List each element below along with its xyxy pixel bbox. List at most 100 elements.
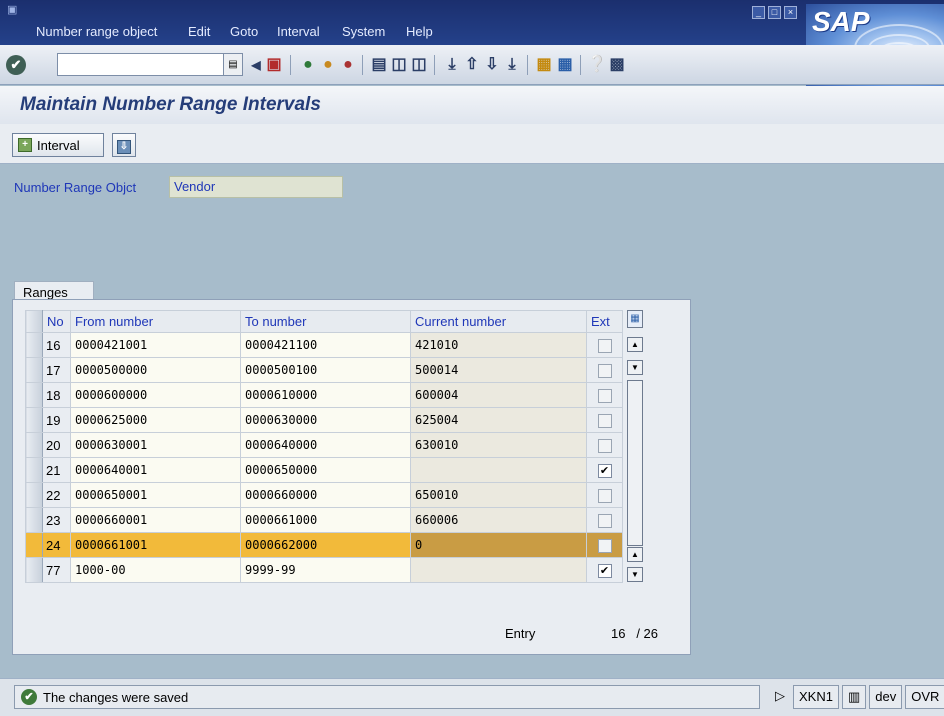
create-session-icon[interactable]: ▦: [534, 55, 554, 75]
cell-to-number[interactable]: 0000630000: [240, 407, 411, 433]
menu-edit[interactable]: Edit: [188, 24, 210, 39]
row-selector[interactable]: [25, 357, 43, 383]
ext-checkbox[interactable]: [597, 338, 612, 353]
cell-from-number[interactable]: 0000640001: [70, 457, 241, 483]
close-icon[interactable]: ×: [784, 6, 797, 19]
cell-from-number[interactable]: 0000630001: [70, 432, 241, 458]
scroll-thumb[interactable]: [627, 380, 643, 546]
column-header-ext[interactable]: Ext: [586, 310, 623, 333]
server-icon[interactable]: ▥: [841, 685, 867, 709]
ext-checkbox[interactable]: ✔: [597, 563, 612, 578]
ext-checkbox[interactable]: [597, 513, 612, 528]
first-page-icon[interactable]: ⤓: [442, 55, 462, 75]
previous-page-icon[interactable]: ⇧: [462, 55, 482, 75]
cell-to-number[interactable]: 0000650000: [240, 457, 411, 483]
ext-checkbox[interactable]: [597, 538, 612, 553]
table-row[interactable]: 77 1000-00 9999-99 ✔: [25, 557, 623, 583]
cell-from-number[interactable]: 0000650001: [70, 482, 241, 508]
cell-to-number[interactable]: 9999-99: [240, 557, 411, 583]
save-icon[interactable]: ▣: [264, 55, 284, 75]
scroll-down-icon[interactable]: ▼: [627, 360, 643, 375]
column-settings-icon[interactable]: ▦: [627, 310, 643, 328]
cell-from-number[interactable]: 0000660001: [70, 507, 241, 533]
ext-checkbox[interactable]: [597, 363, 612, 378]
cell-current-number[interactable]: 0: [410, 532, 587, 558]
nav-back-icon[interactable]: ●: [298, 55, 318, 75]
column-header-from[interactable]: From number: [70, 310, 241, 333]
cell-from-number[interactable]: 1000-00: [70, 557, 241, 583]
ext-checkbox[interactable]: [597, 413, 612, 428]
cell-to-number[interactable]: 0000421100: [240, 332, 411, 358]
layout-icon[interactable]: ▩: [607, 55, 627, 75]
cell-to-number[interactable]: 0000610000: [240, 382, 411, 408]
table-row[interactable]: 19 0000625000 0000630000 625004: [25, 407, 623, 433]
interval-button[interactable]: + Interval: [12, 133, 104, 157]
ext-checkbox[interactable]: [597, 388, 612, 403]
cancel-icon[interactable]: ●: [338, 55, 358, 75]
table-row[interactable]: 16 0000421001 0000421100 421010: [25, 332, 623, 358]
menu-help[interactable]: Help: [406, 24, 433, 39]
cell-from-number[interactable]: 0000500000: [70, 357, 241, 383]
ext-checkbox[interactable]: ✔: [597, 463, 612, 478]
menu-goto[interactable]: Goto: [230, 24, 258, 39]
scroll-page-up-icon[interactable]: ▲: [627, 547, 643, 562]
select-all-column[interactable]: [25, 310, 43, 333]
menu-number-range-object[interactable]: Number range object: [36, 24, 157, 39]
row-selector[interactable]: [25, 457, 43, 483]
enter-check-icon[interactable]: ✔: [6, 55, 26, 75]
table-row[interactable]: 21 0000640001 0000650000 ✔: [25, 457, 623, 483]
cell-from-number[interactable]: 0000661001: [70, 532, 241, 558]
row-selector[interactable]: [25, 532, 43, 558]
cell-current-number[interactable]: 660006: [410, 507, 587, 533]
column-header-no[interactable]: No: [42, 310, 71, 333]
ext-checkbox[interactable]: [597, 488, 612, 503]
find-next-icon[interactable]: ◫: [409, 55, 429, 75]
expand-status-icon[interactable]: ▷: [770, 685, 790, 709]
cell-current-number[interactable]: 625004: [410, 407, 587, 433]
column-header-current[interactable]: Current number: [410, 310, 587, 333]
command-field[interactable]: [57, 53, 225, 76]
cell-current-number[interactable]: [410, 557, 587, 583]
shortcut-icon[interactable]: ▦: [555, 55, 575, 75]
save-changes-button[interactable]: ⇩: [112, 133, 136, 157]
cell-current-number[interactable]: [410, 457, 587, 483]
insert-mode[interactable]: OVR: [905, 685, 944, 709]
exit-icon[interactable]: ●: [318, 55, 338, 75]
table-row[interactable]: 22 0000650001 0000660000 650010: [25, 482, 623, 508]
ext-checkbox[interactable]: [597, 438, 612, 453]
cell-to-number[interactable]: 0000661000: [240, 507, 411, 533]
cell-from-number[interactable]: 0000625000: [70, 407, 241, 433]
row-selector[interactable]: [25, 557, 43, 583]
table-scrollbar[interactable]: ▦ ▲ ▼ ▲ ▼: [627, 310, 645, 582]
maximize-icon[interactable]: □: [768, 6, 781, 19]
cell-from-number[interactable]: 0000421001: [70, 332, 241, 358]
table-row[interactable]: 17 0000500000 0000500100 500014: [25, 357, 623, 383]
column-header-to[interactable]: To number: [240, 310, 411, 333]
command-history-icon[interactable]: ▤: [223, 53, 243, 76]
menu-system[interactable]: System: [342, 24, 385, 39]
cell-current-number[interactable]: 600004: [410, 382, 587, 408]
table-row[interactable]: 18 0000600000 0000610000 600004: [25, 382, 623, 408]
cell-current-number[interactable]: 421010: [410, 332, 587, 358]
row-selector[interactable]: [25, 432, 43, 458]
last-page-icon[interactable]: ⤓: [502, 55, 522, 75]
cell-current-number[interactable]: 500014: [410, 357, 587, 383]
row-selector[interactable]: [25, 382, 43, 408]
table-row[interactable]: 20 0000630001 0000640000 630010: [25, 432, 623, 458]
cell-to-number[interactable]: 0000662000: [240, 532, 411, 558]
help-icon[interactable]: ❔: [587, 55, 607, 75]
row-selector[interactable]: [25, 332, 43, 358]
scroll-up-icon[interactable]: ▲: [627, 337, 643, 352]
row-selector[interactable]: [25, 482, 43, 508]
minimize-icon[interactable]: _: [752, 6, 765, 19]
system-menu-icon[interactable]: ▣: [7, 3, 19, 16]
cell-to-number[interactable]: 0000500100: [240, 357, 411, 383]
cell-current-number[interactable]: 650010: [410, 482, 587, 508]
find-icon[interactable]: ◫: [389, 55, 409, 75]
next-page-icon[interactable]: ⇩: [482, 55, 502, 75]
scroll-page-down-icon[interactable]: ▼: [627, 567, 643, 582]
table-row[interactable]: 24 0000661001 0000662000 0: [25, 532, 623, 558]
back-icon[interactable]: ◀: [246, 55, 266, 75]
table-row[interactable]: 23 0000660001 0000661000 660006: [25, 507, 623, 533]
cell-current-number[interactable]: 630010: [410, 432, 587, 458]
